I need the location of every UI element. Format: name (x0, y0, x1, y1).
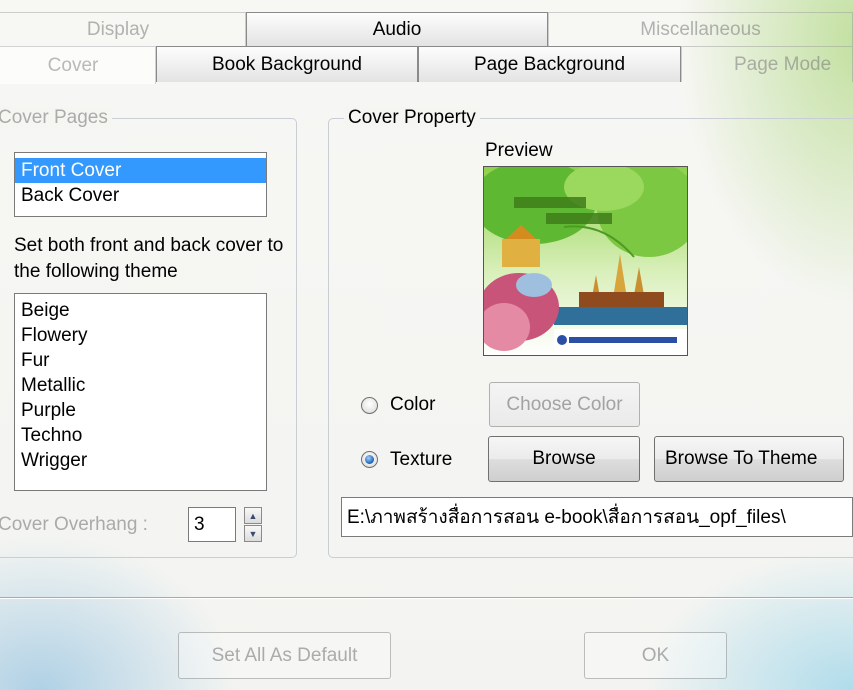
texture-label: Texture (390, 449, 453, 470)
cover-preview-image (483, 166, 688, 356)
theme-list[interactable]: Beige Flowery Fur Metallic Purple Techno… (14, 293, 267, 491)
tab-cover[interactable]: Cover (0, 46, 156, 84)
list-item-front-cover[interactable]: Front Cover (15, 158, 266, 183)
list-item-back-cover[interactable]: Back Cover (15, 183, 266, 208)
browse-to-theme-button[interactable]: Browse To Theme (654, 436, 844, 482)
cover-pages-legend: Cover Pages (0, 107, 112, 129)
cover-pages-list[interactable]: Front Cover Back Cover (14, 152, 267, 217)
overhang-input[interactable]: 3 (188, 507, 236, 542)
browse-button[interactable]: Browse (488, 436, 640, 482)
list-item[interactable]: Wrigger (15, 448, 266, 473)
choose-color-button[interactable]: Choose Color (489, 382, 640, 427)
footer-divider (0, 597, 853, 599)
color-label: Color (390, 394, 436, 415)
tab-page-background[interactable]: Page Background (418, 46, 681, 82)
list-item[interactable]: Metallic (15, 373, 266, 398)
ok-button[interactable]: OK (584, 632, 727, 679)
list-item[interactable]: Fur (15, 348, 266, 373)
color-radio[interactable] (361, 397, 378, 414)
texture-radio[interactable] (361, 451, 378, 468)
tab-miscellaneous[interactable]: Miscellaneous (548, 12, 853, 46)
arrow-down-icon: ▼ (248, 528, 258, 539)
list-item[interactable]: Techno (15, 423, 266, 448)
preview-label: Preview (485, 140, 553, 161)
set-all-default-button[interactable]: Set All As Default (178, 632, 391, 679)
list-item[interactable]: Beige (15, 298, 266, 323)
tab-book-background[interactable]: Book Background (156, 46, 418, 82)
tab-page-mode[interactable]: Page Mode (681, 46, 853, 82)
list-item[interactable]: Flowery (15, 323, 266, 348)
theme-prompt: Set both front and back cover to the fol… (14, 235, 284, 282)
spin-up-button[interactable]: ▲ (244, 507, 262, 524)
tab-audio[interactable]: Audio (246, 12, 548, 46)
list-item[interactable]: Purple (15, 398, 266, 423)
radio-selected-dot (365, 455, 374, 464)
texture-path-field[interactable]: E:\ภาพสร้างสื่อการสอน e-book\สื่อการสอน_… (341, 497, 853, 537)
overhang-label: Cover Overhang : (0, 514, 148, 535)
cover-property-legend: Cover Property (344, 107, 480, 129)
spin-down-button[interactable]: ▼ (244, 525, 262, 542)
tab-display[interactable]: Display (0, 12, 246, 46)
cover-preview-illustration (484, 167, 687, 355)
arrow-up-icon: ▲ (248, 510, 258, 521)
